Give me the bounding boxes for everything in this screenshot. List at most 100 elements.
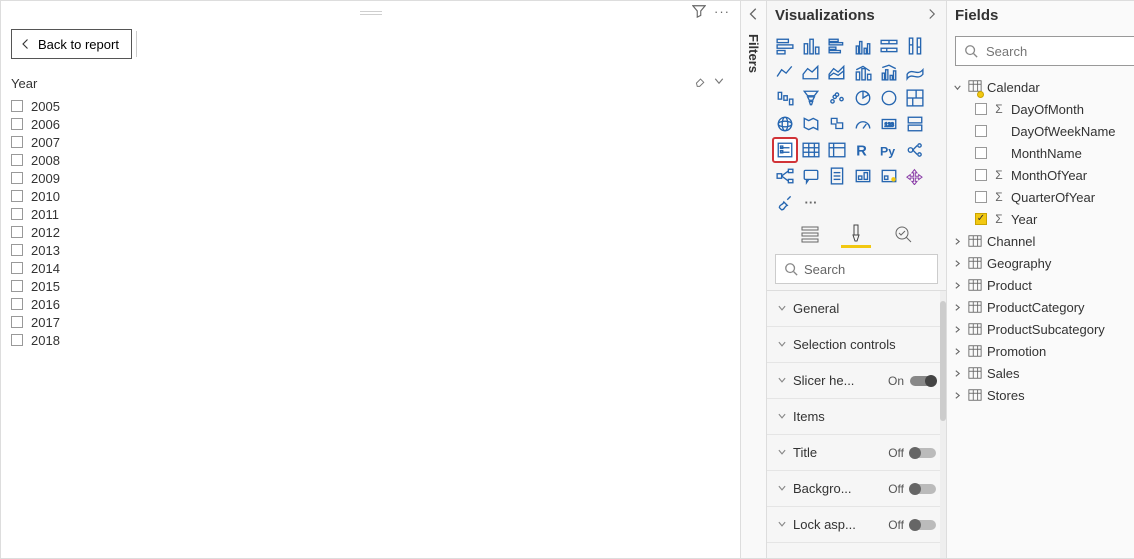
viz-matrix[interactable] <box>825 138 849 162</box>
viz-clustered-bar[interactable] <box>825 34 849 58</box>
viz-100-stacked-bar[interactable] <box>877 34 901 58</box>
viz-table[interactable] <box>799 138 823 162</box>
viz-line[interactable] <box>773 60 797 84</box>
checkbox[interactable] <box>11 334 23 346</box>
viz-ribbon[interactable] <box>903 60 927 84</box>
checkbox[interactable] <box>975 103 987 115</box>
format-row[interactable]: General <box>767 291 946 327</box>
viz-area[interactable] <box>799 60 823 84</box>
viz-funnel[interactable] <box>799 86 823 110</box>
slicer-item[interactable]: 2011 <box>11 205 731 223</box>
checkbox[interactable] <box>975 191 987 203</box>
toggle[interactable]: On <box>888 374 936 388</box>
format-row[interactable]: Lock asp...Off <box>767 507 946 543</box>
slicer-item[interactable]: 2013 <box>11 241 731 259</box>
viz-brush[interactable] <box>773 190 797 214</box>
toggle[interactable]: Off <box>888 482 936 496</box>
tab-analytics[interactable] <box>888 220 918 248</box>
filters-rail[interactable]: Filters <box>741 1 767 558</box>
table-productsubcategory[interactable]: ProductSubcategory <box>953 318 1134 340</box>
field-monthname[interactable]: MonthName <box>953 142 1134 164</box>
viz-more-options[interactable]: ··· <box>799 190 823 214</box>
collapse-viz-icon[interactable] <box>926 8 938 23</box>
checkbox[interactable] <box>11 208 23 220</box>
toggle[interactable]: Off <box>888 446 936 460</box>
viz-shape-map[interactable] <box>825 112 849 136</box>
format-row[interactable]: Selection controls <box>767 327 946 363</box>
checkbox[interactable] <box>11 118 23 130</box>
checkbox[interactable] <box>11 280 23 292</box>
format-scrollbar[interactable] <box>940 291 946 558</box>
slicer-item[interactable]: 2012 <box>11 223 731 241</box>
drag-handle-icon[interactable] <box>360 11 382 15</box>
table-promotion[interactable]: Promotion <box>953 340 1134 362</box>
year-slicer[interactable]: Year 20052006200720082009201020112012201… <box>11 75 731 349</box>
viz-py-visual[interactable]: Py <box>877 138 901 162</box>
viz-power-apps[interactable] <box>851 164 875 188</box>
checkbox[interactable] <box>11 244 23 256</box>
field-dayofmonth[interactable]: ΣDayOfMonth <box>953 98 1134 120</box>
checkbox[interactable] <box>975 125 987 137</box>
viz-donut[interactable] <box>877 86 901 110</box>
format-row[interactable]: Backgro...Off <box>767 471 946 507</box>
viz-gauge[interactable] <box>851 112 875 136</box>
fields-search[interactable] <box>955 36 1134 66</box>
viz-stacked-column[interactable] <box>799 34 823 58</box>
field-quarterofyear[interactable]: ΣQuarterOfYear <box>953 186 1134 208</box>
checkbox[interactable] <box>975 169 987 181</box>
slicer-item[interactable]: 2016 <box>11 295 731 313</box>
table-stores[interactable]: Stores <box>953 384 1134 406</box>
report-canvas[interactable]: ··· Back to report Year 2005200620072008… <box>1 1 741 558</box>
checkbox[interactable] <box>11 136 23 148</box>
viz-decomposition-tree[interactable] <box>773 164 797 188</box>
slicer-item[interactable]: 2005 <box>11 97 731 115</box>
slicer-item[interactable]: 2015 <box>11 277 731 295</box>
viz-map[interactable] <box>773 112 797 136</box>
viz-line-clustered-column[interactable] <box>877 60 901 84</box>
checkbox[interactable] <box>11 190 23 202</box>
slicer-item[interactable]: 2007 <box>11 133 731 151</box>
checkbox[interactable] <box>11 316 23 328</box>
expand-filters-icon[interactable] <box>747 7 761 24</box>
viz-r-visual[interactable]: R <box>851 138 875 162</box>
filter-icon[interactable] <box>692 4 706 21</box>
table-product[interactable]: Product <box>953 274 1134 296</box>
tab-fields[interactable] <box>795 220 825 248</box>
viz-key-influencers[interactable] <box>903 138 927 162</box>
field-monthofyear[interactable]: ΣMonthOfYear <box>953 164 1134 186</box>
viz-treemap[interactable] <box>903 86 927 110</box>
viz-stacked-bar[interactable] <box>773 34 797 58</box>
viz-stacked-area[interactable] <box>825 60 849 84</box>
format-row[interactable]: TitleOff <box>767 435 946 471</box>
slicer-item[interactable]: 2008 <box>11 151 731 169</box>
slicer-item[interactable]: 2010 <box>11 187 731 205</box>
checkbox[interactable] <box>11 154 23 166</box>
checkbox[interactable] <box>11 298 23 310</box>
viz-card[interactable]: 123 <box>877 112 901 136</box>
eraser-icon[interactable] <box>694 75 707 91</box>
field-year[interactable]: ΣYear <box>953 208 1134 230</box>
table-calendar[interactable]: Calendar <box>953 76 1134 98</box>
checkbox[interactable] <box>11 172 23 184</box>
viz-power-automate[interactable] <box>877 164 901 188</box>
fields-search-input[interactable] <box>984 43 1134 60</box>
viz-clustered-column[interactable] <box>851 34 875 58</box>
slicer-item[interactable]: 2018 <box>11 331 731 349</box>
viz-100-stacked-column[interactable] <box>903 34 927 58</box>
more-options-icon[interactable]: ··· <box>714 4 730 21</box>
viz-qna[interactable] <box>799 164 823 188</box>
viz-waterfall[interactable] <box>773 86 797 110</box>
format-row[interactable]: Slicer he...On <box>767 363 946 399</box>
viz-scatter[interactable] <box>825 86 849 110</box>
tab-format[interactable] <box>841 220 871 248</box>
slicer-item[interactable]: 2006 <box>11 115 731 133</box>
viz-slicer[interactable] <box>773 138 797 162</box>
table-geography[interactable]: Geography <box>953 252 1134 274</box>
viz-filled-map[interactable] <box>799 112 823 136</box>
viz-paginated-report[interactable] <box>825 164 849 188</box>
slicer-item[interactable]: 2017 <box>11 313 731 331</box>
checkbox[interactable] <box>975 147 987 159</box>
field-dayofweekname[interactable]: DayOfWeekName <box>953 120 1134 142</box>
viz-multi-row-card[interactable] <box>903 112 927 136</box>
format-row[interactable]: Items <box>767 399 946 435</box>
